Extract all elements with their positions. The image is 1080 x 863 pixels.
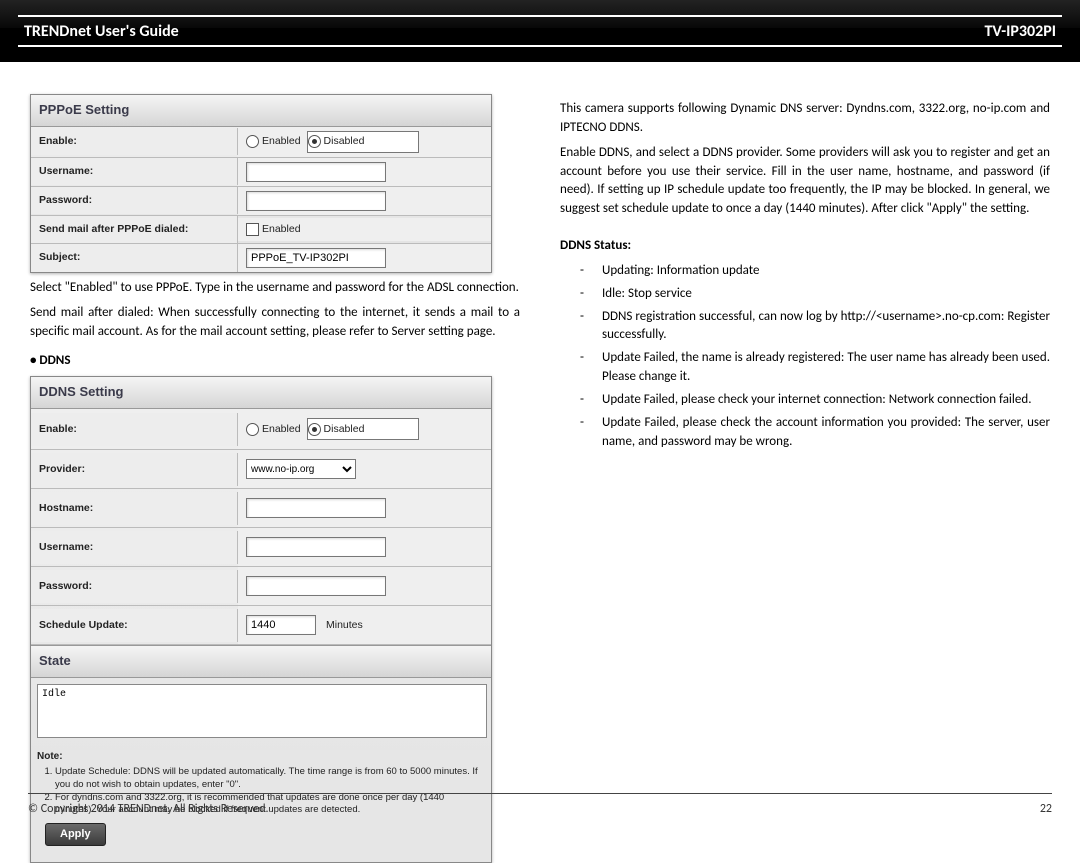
right-column: This camera supports following Dynamic D… [560, 94, 1050, 784]
ddns-status-success: DDNS registration successful, can now lo… [580, 308, 1050, 346]
ddns-enabled-radio[interactable]: Enabled [246, 422, 301, 437]
page-header: TRENDnet User's Guide TV-IP302PI [0, 0, 1080, 62]
ddns-status-fail-account: Update Failed, please check the account … [580, 414, 1050, 452]
left-column: PPPoE Setting Enable: Enabled Disabled U… [30, 94, 520, 784]
pppoe-disabled-radio[interactable]: Disabled [307, 131, 419, 153]
ddns-password-label: Password: [31, 570, 238, 603]
pppoe-password-label: Password: [31, 187, 238, 214]
footer-page-number: 22 [1040, 802, 1052, 816]
pppoe-sendmail-checkbox[interactable]: Enabled [246, 222, 301, 237]
pppoe-username-label: Username: [31, 158, 238, 185]
pppoe-enabled-radio-label: Enabled [262, 134, 301, 149]
header-title-right: TV-IP302PI [984, 22, 1056, 41]
content-columns: PPPoE Setting Enable: Enabled Disabled U… [0, 62, 1080, 784]
ddns-enable-label: Enable: [31, 413, 238, 446]
pppoe-subject-label: Subject: [31, 244, 238, 271]
pppoe-explain-1: Select "Enabled" to use PPPoE. Type in t… [30, 279, 520, 298]
header-bar: TRENDnet User's Guide TV-IP302PI [18, 15, 1062, 47]
ddns-status-idle: Idle: Stop service [580, 285, 1050, 304]
ddns-note-1: Update Schedule: DDNS will be updated au… [55, 766, 485, 792]
pppoe-password-input[interactable] [246, 191, 386, 211]
ddns-status-fail-conn: Update Failed, please check your interne… [580, 391, 1050, 410]
ddns-panel: DDNS Setting Enable: Enabled Disabled Pr… [30, 376, 492, 863]
pppoe-panel-title: PPPoE Setting [31, 95, 491, 127]
pppoe-sendmail-checkbox-label: Enabled [262, 222, 301, 237]
ddns-schedule-input[interactable] [246, 615, 316, 635]
page-footer: © Copyright 2014 TRENDnet. All Rights Re… [28, 793, 1052, 816]
ddns-instructions-text: Enable DDNS, and select a DDNS provider.… [560, 144, 1050, 219]
ddns-disabled-radio-label: Disabled [324, 422, 365, 437]
ddns-status-fail-name: Update Failed, the name is already regis… [580, 349, 1050, 387]
pppoe-enabled-radio[interactable]: Enabled [246, 134, 301, 149]
ddns-disabled-radio[interactable]: Disabled [307, 418, 419, 440]
header-title-left: TRENDnet User's Guide [24, 22, 179, 41]
pppoe-explain-2: Send mail after dialed: When successfull… [30, 304, 520, 342]
ddns-panel-title: DDNS Setting [31, 377, 491, 409]
ddns-status-heading: DDNS Status: [560, 237, 1050, 256]
ddns-heading: DDNS [30, 352, 520, 371]
ddns-hostname-input[interactable] [246, 498, 386, 518]
ddns-enabled-radio-label: Enabled [262, 422, 301, 437]
pppoe-subject-input[interactable] [246, 248, 386, 268]
pppoe-panel: PPPoE Setting Enable: Enabled Disabled U… [30, 94, 492, 273]
pppoe-enable-label: Enable: [31, 128, 238, 155]
ddns-state-textarea[interactable]: Idle [37, 684, 487, 738]
ddns-notes-heading: Note: [37, 751, 63, 762]
ddns-support-text: This camera supports following Dynamic D… [560, 100, 1050, 138]
pppoe-disabled-radio-label: Disabled [324, 134, 365, 149]
ddns-schedule-label: Schedule Update: [31, 609, 238, 642]
ddns-username-input[interactable] [246, 537, 386, 557]
ddns-schedule-units: Minutes [326, 618, 363, 633]
footer-copyright: © Copyright 2014 TRENDnet. All Rights Re… [28, 802, 269, 816]
ddns-status-list: Updating: Information update Idle: Stop … [560, 262, 1050, 452]
ddns-provider-select[interactable]: www.no-ip.org [246, 459, 356, 479]
ddns-username-label: Username: [31, 531, 238, 564]
pppoe-sendmail-label: Send mail after PPPoE dialed: [31, 216, 238, 243]
apply-button[interactable]: Apply [45, 823, 106, 846]
ddns-state-title: State [31, 645, 491, 678]
ddns-password-input[interactable] [246, 576, 386, 596]
pppoe-username-input[interactable] [246, 162, 386, 182]
ddns-provider-label: Provider: [31, 453, 238, 486]
ddns-status-updating: Updating: Information update [580, 262, 1050, 281]
ddns-hostname-label: Hostname: [31, 492, 238, 525]
